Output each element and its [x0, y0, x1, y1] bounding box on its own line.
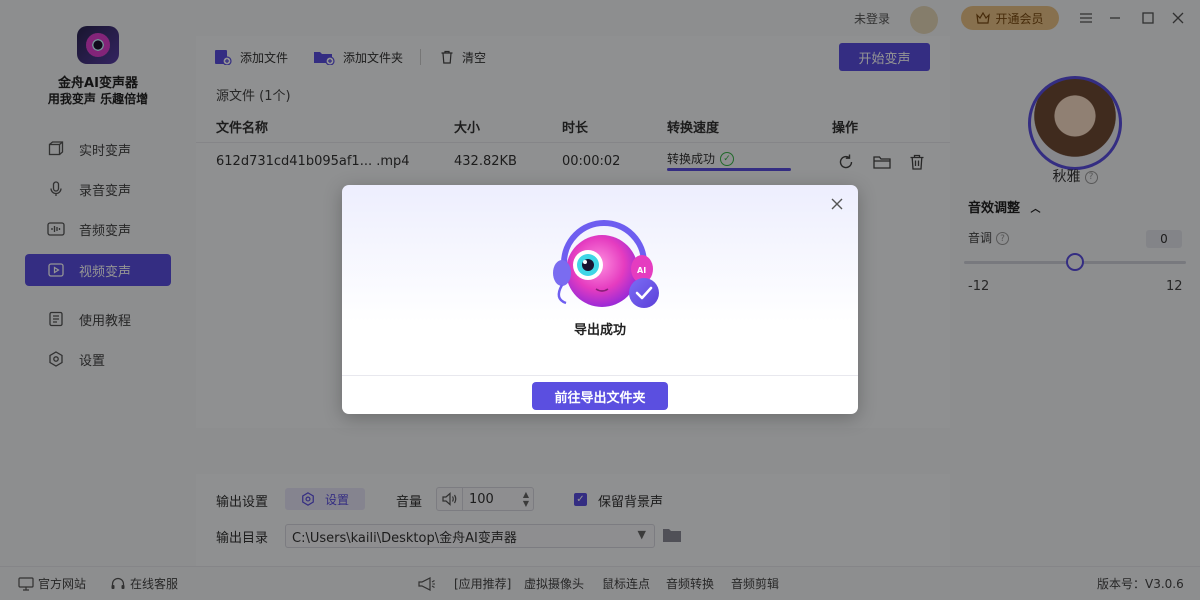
export-success-dialog: AI 导出成功 前往导出文件夹: [342, 185, 858, 414]
close-icon[interactable]: [828, 195, 846, 213]
dialog-divider: [342, 375, 858, 376]
export-success-message: 导出成功: [573, 323, 626, 338]
mascot-success-icon: AI: [553, 220, 659, 308]
app-window: 金舟AI变声器 用我变声 乐趣倍增 实时变声 录音变声 音频变声 视频变声 使用…: [0, 0, 1200, 600]
go-to-export-folder-button[interactable]: 前往导出文件夹: [532, 382, 668, 410]
svg-text:AI: AI: [637, 266, 646, 275]
